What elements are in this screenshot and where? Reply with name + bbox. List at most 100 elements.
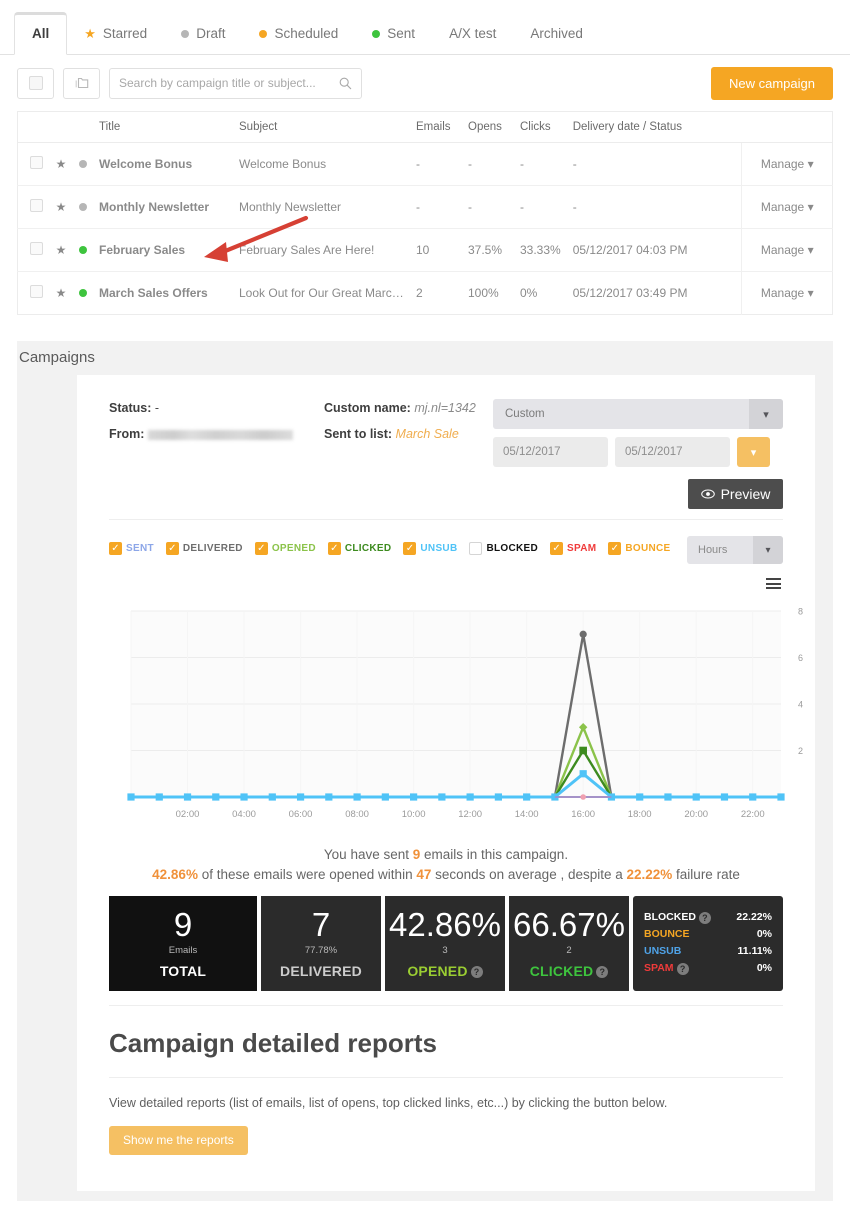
chevron-down-icon: ▾ [807,200,814,214]
svg-text:18:00: 18:00 [628,809,652,820]
tab-starred[interactable]: ★ Starred [67,26,164,54]
search-input[interactable] [119,76,339,90]
kpi-opened-label: OPENED [407,962,468,979]
legend-item-unsub[interactable]: ✓ UNSUB [403,542,457,555]
legend-checkbox-bounce[interactable]: ✓ [608,542,622,555]
status-value: - [154,401,160,415]
legend-item-blocked[interactable]: BLOCKED [469,542,538,555]
from-value-redacted [147,429,293,440]
table-row[interactable]: ★ February Sales February Sales Are Here… [17,228,833,272]
tab-ax-test[interactable]: A/X test [432,26,513,54]
date-from-input[interactable]: 05/12/2017 [493,437,608,467]
th-manage [741,111,833,143]
row-star[interactable]: ★ [49,272,73,315]
legend-item-clicked[interactable]: ✓ CLICKED [327,542,392,555]
svg-text:14:00: 14:00 [515,809,539,820]
date-apply-button[interactable]: ▾ [737,437,770,467]
legend-item-delivered[interactable]: ✓ DELIVERED [165,542,243,555]
row-star[interactable]: ★ [49,228,73,272]
stat-spam: SPAM? 0% [644,960,772,977]
granularity-select[interactable]: Hours ▾ [687,536,783,564]
th-emails[interactable]: Emails [410,111,462,143]
legend-item-sent[interactable]: ✓ SENT [109,542,154,555]
row-star[interactable]: ★ [49,142,73,186]
legend-item-opened[interactable]: ✓ OPENED [254,542,316,555]
legend-item-spam[interactable]: ✓ SPAM [550,542,596,555]
table-row[interactable]: ★ Monthly Newsletter Monthly Newsletter … [17,185,833,229]
legend-label-blocked: BLOCKED [486,543,539,554]
folder-button[interactable] [63,67,100,99]
legend-checkbox-unsub[interactable]: ✓ [403,542,417,555]
row-manage-button[interactable]: Manage ▾ [741,142,833,186]
campaign-summary: You have sent 9 emails in this campaign.… [109,847,783,882]
legend-checkbox-opened[interactable]: ✓ [254,542,268,555]
tab-sent[interactable]: Sent [355,26,432,54]
help-icon[interactable]: ? [596,965,609,978]
date-inputs-row: 05/12/2017 05/12/2017 ▾ [493,437,783,467]
row-subject: Welcome Bonus [233,142,410,186]
row-delivery: 05/12/2017 04:03 PM [566,228,742,272]
tab-all[interactable]: All [14,12,68,55]
legend-checkbox-spam[interactable]: ✓ [550,542,564,555]
checkbox-icon [28,76,43,90]
row-title[interactable]: Monthly Newsletter [93,185,233,229]
row-subject-text: Welcome Bonus [239,157,327,171]
help-icon[interactable]: ? [676,962,689,975]
summary-open-rate: 42.86% [152,867,198,882]
manage-label: Manage [760,157,805,171]
new-campaign-button[interactable]: New campaign [711,66,833,100]
detailed-reports-heading: Campaign detailed reports [109,1006,783,1078]
th-title[interactable]: Title [93,111,233,143]
tab-archived[interactable]: Archived [513,26,600,54]
row-manage-button[interactable]: Manage ▾ [741,228,833,272]
select-all-button[interactable] [17,67,54,99]
row-checkbox[interactable] [30,156,43,169]
row-title[interactable]: Welcome Bonus [93,142,233,186]
tab-scheduled[interactable]: Scheduled [242,26,355,54]
th-opens[interactable]: Opens [462,111,514,143]
custom-name-label: Custom name: [324,401,411,415]
show-reports-button[interactable]: Show me the reports [109,1125,248,1155]
row-subject-text: Look Out for Our Great March Off... [239,286,404,300]
row-checkbox-cell [17,142,49,186]
help-icon[interactable]: ? [698,911,711,924]
search-icon[interactable] [339,77,352,90]
kpi-total-sub: Emails [168,944,198,956]
legend-checkbox-blocked[interactable] [469,542,483,555]
sent-to-list-value[interactable]: March Sale [396,427,459,441]
row-title[interactable]: February Sales [93,228,233,272]
row-checkbox[interactable] [30,285,43,298]
tab-draft[interactable]: Draft [164,26,242,54]
help-icon[interactable]: ? [470,965,483,978]
stat-spam-label-wrap: SPAM? [644,960,757,977]
status-dot-icon [79,246,87,254]
date-to-input[interactable]: 05/12/2017 [615,437,730,467]
legend-checkbox-delivered[interactable]: ✓ [165,542,179,555]
row-checkbox[interactable] [30,242,43,255]
legend-item-bounce[interactable]: ✓ BOUNCE [608,542,670,555]
preview-button[interactable]: Preview [688,479,783,509]
th-clicks[interactable]: Clicks [514,111,567,143]
search-box[interactable] [109,67,362,99]
activity-chart-svg[interactable]: 2 4 6 8 02:00 04:00 06:00 08:00 10:00 12:00 14:00 1… [109,585,825,835]
legend-checkbox-clicked[interactable]: ✓ [327,542,341,555]
table-row[interactable]: ★ Welcome Bonus Welcome Bonus - - - - Ma… [17,142,833,186]
row-emails: - [410,185,462,229]
th-delivery[interactable]: Delivery date / Status [566,111,742,143]
from-line: From: [109,421,324,447]
row-manage-button[interactable]: Manage ▾ [741,271,833,315]
row-subject: February Sales Are Here! [233,228,410,272]
row-star[interactable]: ★ [49,185,73,229]
date-range-value: Custom [505,408,545,420]
chevron-down-icon: ▾ [807,286,814,300]
row-manage-button[interactable]: Manage ▾ [741,185,833,229]
row-checkbox[interactable] [30,199,43,212]
th-subject[interactable]: Subject [233,111,410,143]
date-range-select[interactable]: Custom ▾ [493,399,783,429]
row-title[interactable]: March Sales Offers [93,272,233,315]
stat-unsub: UNSUB 11.11% [644,943,772,960]
stat-blocked-label: BLOCKED [644,911,696,924]
legend-checkbox-sent[interactable]: ✓ [109,542,122,555]
row-checkbox-cell [17,185,49,229]
table-row[interactable]: ★ March Sales Offers Look Out for Our Gr… [18,271,833,315]
